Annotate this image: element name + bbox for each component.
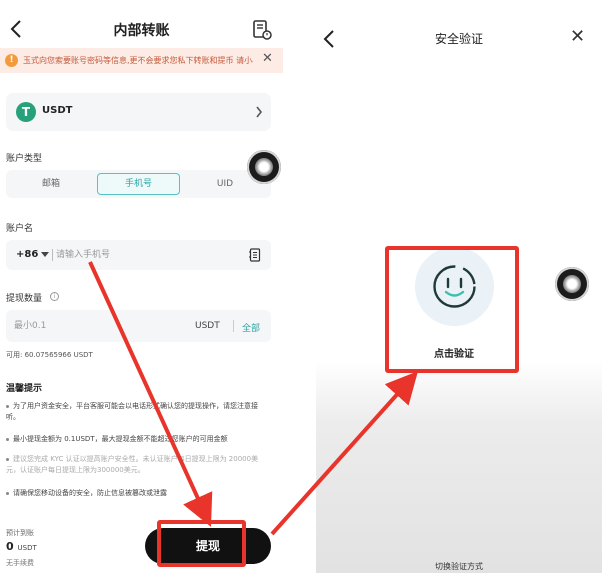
- switch-verification-link[interactable]: 切换验证方式: [316, 561, 602, 572]
- account-type-tabs: 邮箱 手机号 UID: [6, 170, 271, 198]
- tip-item: 最小提现金额为 0.1USDT，最大提现金额不能超过您账户的可用金额: [6, 434, 268, 445]
- notice-text: 玉式向您索要账号密码等信息,更不会要求您私下转账和提币 请小心: [23, 56, 253, 65]
- usdt-logo-icon: T: [16, 102, 36, 122]
- tip-item: 请确保您移动设备的安全，防止信息被篡改或泄露: [6, 488, 268, 499]
- estimate-value: 0 USDT: [6, 540, 37, 553]
- tip-item: 为了用户资金安全，平台客服可能会以电话形式确认您的提现操作，请您注意接听。: [6, 402, 258, 421]
- divider: [52, 249, 53, 261]
- tips-title: 温馨提示: [6, 384, 43, 394]
- verify-highlight-box: [385, 246, 519, 373]
- notice-close-button[interactable]: ✕: [262, 51, 273, 66]
- country-code-selector[interactable]: +86: [16, 249, 38, 260]
- account-type-label: 账户类型: [6, 154, 43, 164]
- records-icon[interactable]: [252, 19, 272, 41]
- fee-label: 无手续费: [6, 559, 34, 567]
- security-verification-screen: 安全验证 ✕ 点击验证 切换验证方式: [316, 0, 602, 573]
- withdraw-highlight-box: [157, 520, 246, 567]
- modal-overlay: [316, 360, 602, 573]
- info-icon[interactable]: i: [50, 292, 59, 301]
- chevron-right-icon: [256, 106, 263, 118]
- amount-unit: USDT: [195, 321, 220, 331]
- page-title: 内部转账: [113, 23, 170, 39]
- floating-assistant-button[interactable]: [555, 267, 589, 301]
- amount-field: USDT 全部: [6, 310, 271, 342]
- tab-phone[interactable]: 手机号: [97, 173, 180, 195]
- available-balance: 可用: 60.07565966 USDT: [6, 351, 93, 359]
- estimate-label: 预计到账: [6, 529, 34, 537]
- account-name-label: 账户名: [6, 224, 34, 234]
- coin-selector[interactable]: T USDT: [6, 93, 271, 131]
- max-amount-button[interactable]: 全部: [242, 321, 260, 334]
- coin-name: USDT: [42, 105, 73, 116]
- close-button[interactable]: ✕: [570, 26, 585, 47]
- amount-input[interactable]: [14, 317, 174, 335]
- caret-down-icon: [41, 252, 49, 257]
- withdraw-screen: 内部转账 ! 玉式向您索要账号密码等信息,更不会要求您私下转账和提币 请小心 ✕…: [0, 0, 283, 573]
- tip-item: 建议您完成 KYC 认证以提高账户安全性。未认证账户每日提现上限为 20000美…: [6, 455, 259, 474]
- phone-field: +86: [6, 240, 271, 270]
- divider: [233, 320, 234, 332]
- amount-label: 提现数量: [6, 294, 43, 304]
- address-book-icon[interactable]: [249, 248, 261, 262]
- tab-email[interactable]: 邮箱: [10, 173, 92, 195]
- security-notice: ! 玉式向您索要账号密码等信息,更不会要求您私下转账和提币 请小心 ✕: [0, 48, 283, 73]
- page-title: 安全验证: [434, 32, 483, 46]
- phone-input[interactable]: [56, 246, 236, 264]
- alert-icon: !: [5, 54, 18, 67]
- floating-assistant-button[interactable]: [247, 150, 281, 184]
